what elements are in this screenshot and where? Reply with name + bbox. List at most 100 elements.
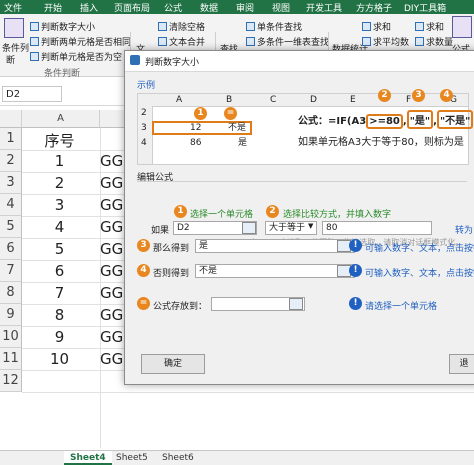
then-value-input[interactable]: 是	[195, 239, 355, 253]
tab-home[interactable]: 开始	[44, 1, 62, 14]
tab-insert[interactable]: 插入	[80, 1, 98, 14]
ribbon-tab-bar: 文件 开始 插入 页面布局 公式 数据 审阅 视图 开发工具 方方格子 DIY工…	[0, 0, 474, 14]
step-1-label: 选择一个单元格	[190, 210, 254, 220]
ok-button[interactable]: 确定	[141, 354, 205, 374]
convert-link[interactable]: 转为	[455, 223, 473, 236]
sheet-tab-6[interactable]: Sheet6	[156, 451, 200, 465]
dialog-app-icon	[130, 55, 140, 65]
judge-size-icon	[30, 22, 39, 31]
col-header-a[interactable]: A	[22, 110, 100, 128]
count-button[interactable]: 求数量	[415, 35, 453, 48]
if-cell-picker-icon[interactable]	[242, 222, 256, 234]
example-b3-value: 不是	[228, 123, 247, 133]
sum-button[interactable]: 求和	[362, 20, 391, 33]
row-header-1[interactable]: 1	[0, 128, 22, 150]
text-merge-icon	[158, 37, 167, 46]
sheet-tab-5[interactable]: Sheet5	[110, 451, 154, 465]
row-header-8[interactable]: 8	[0, 282, 22, 304]
example-col-f: F	[406, 95, 412, 105]
store-picker-icon[interactable]	[289, 298, 303, 310]
cancel-button[interactable]: 退	[449, 354, 474, 374]
name-box[interactable]: D2	[2, 86, 62, 102]
cell-a7[interactable]: 6	[22, 262, 97, 280]
tab-view[interactable]: 视图	[272, 1, 290, 14]
condition-sub-label: 断	[6, 56, 16, 66]
average-button[interactable]: 求平均数	[362, 35, 409, 48]
badge-eq-icon: =	[224, 107, 237, 120]
tab-ffcell[interactable]: 方方格子	[356, 1, 392, 14]
sum-product-icon	[415, 22, 424, 31]
text-merge-button[interactable]: 文本合并	[158, 35, 205, 48]
example-row-3: 3	[141, 123, 147, 133]
judge-empty-button[interactable]: 判断单元格是否为空	[30, 50, 122, 63]
single-find-icon	[246, 22, 255, 31]
row-header-2[interactable]: 2	[0, 150, 22, 172]
compare-value-input[interactable]: 80	[322, 221, 432, 235]
cell-a5[interactable]: 4	[22, 218, 97, 236]
then-info-icon: !	[349, 239, 362, 252]
judge-two-cells-button[interactable]: 判断两单元格是否相同	[30, 35, 131, 48]
row-header-12[interactable]: 12	[0, 370, 22, 392]
cell-a11[interactable]: 10	[22, 350, 97, 368]
tab-data[interactable]: 数据	[200, 1, 218, 14]
cell-a6[interactable]: 5	[22, 240, 97, 258]
condition-group-label: 条件判断	[44, 69, 81, 79]
if-label: 如果	[151, 226, 170, 236]
cell-a2[interactable]: 1	[22, 152, 97, 170]
row-header-10[interactable]: 10	[0, 326, 22, 348]
example-sheet: A B C D E F G 2 3 4 12 不是 86 是 1 = 2 3 4…	[137, 89, 474, 165]
condition-icon[interactable]	[4, 18, 24, 38]
section-divider	[137, 181, 467, 182]
multi-find-icon	[246, 37, 255, 46]
tab-page-layout[interactable]: 页面布局	[114, 1, 150, 14]
then-label: 那么得到	[153, 244, 190, 254]
tab-file[interactable]: 文件	[4, 1, 22, 14]
cell-a9[interactable]: 8	[22, 306, 97, 324]
else-hint: 可输入数字、文本，点击按钮可	[365, 269, 474, 279]
cell-a10[interactable]: 9	[22, 328, 97, 346]
tab-developer[interactable]: 开发工具	[306, 1, 342, 14]
grid-line	[22, 392, 474, 393]
cell-a8[interactable]: 7	[22, 284, 97, 302]
step-2-label: 选择比较方式，并填入数字	[283, 210, 392, 220]
badge-2-icon: 2	[378, 89, 391, 102]
row-header-7[interactable]: 7	[0, 260, 22, 282]
tab-diy-toolbox[interactable]: DIY工具箱	[404, 1, 446, 14]
row-header-9[interactable]: 9	[0, 304, 22, 326]
judge-size-button[interactable]: 判断数字大小	[30, 20, 95, 33]
select-all-corner[interactable]	[0, 110, 22, 128]
else-value-input[interactable]: 不是	[195, 264, 355, 278]
row-header-3[interactable]: 3	[0, 172, 22, 194]
average-icon	[362, 37, 371, 46]
chevron-down-icon[interactable]: ▼	[308, 222, 313, 230]
example-col-a: A	[176, 95, 183, 105]
clear-spaces-icon	[158, 22, 167, 31]
cell-a3[interactable]: 2	[22, 174, 97, 192]
sum-product-button[interactable]: 求和	[415, 20, 444, 33]
clear-spaces-button[interactable]: 清除空格	[158, 20, 205, 33]
formula-panel-icon[interactable]	[452, 16, 472, 38]
dialog-title-bar[interactable]: 判断数字大小	[125, 51, 474, 72]
store-info-icon: !	[349, 297, 362, 310]
tab-formulas[interactable]: 公式	[164, 1, 182, 14]
row-header-5[interactable]: 5	[0, 216, 22, 238]
cell-a4[interactable]: 3	[22, 196, 97, 214]
step-3-icon: 3	[137, 239, 150, 252]
step-2-icon: 2	[266, 205, 279, 218]
tab-review[interactable]: 审阅	[236, 1, 254, 14]
dialog-title: 判断数字大小	[145, 58, 200, 68]
store-label: 公式存放到：	[153, 302, 208, 312]
badge-3-icon: 3	[412, 89, 425, 102]
judge-two-cells-icon	[30, 37, 39, 46]
single-find-button[interactable]: 单条件查找	[246, 20, 302, 33]
row-header-4[interactable]: 4	[0, 194, 22, 216]
row-header-11[interactable]: 11	[0, 348, 22, 370]
cell-a1[interactable]: 序号	[22, 130, 97, 151]
multi-find-button[interactable]: 多条件一维表查找	[246, 35, 329, 48]
sheet-tab-4[interactable]: Sheet4	[64, 451, 112, 465]
else-label: 否则得到	[153, 269, 190, 279]
row-header-6[interactable]: 6	[0, 238, 22, 260]
example-a3-value: 12	[190, 123, 202, 133]
example-row-4: 4	[141, 138, 147, 148]
example-col-b: B	[226, 95, 233, 105]
